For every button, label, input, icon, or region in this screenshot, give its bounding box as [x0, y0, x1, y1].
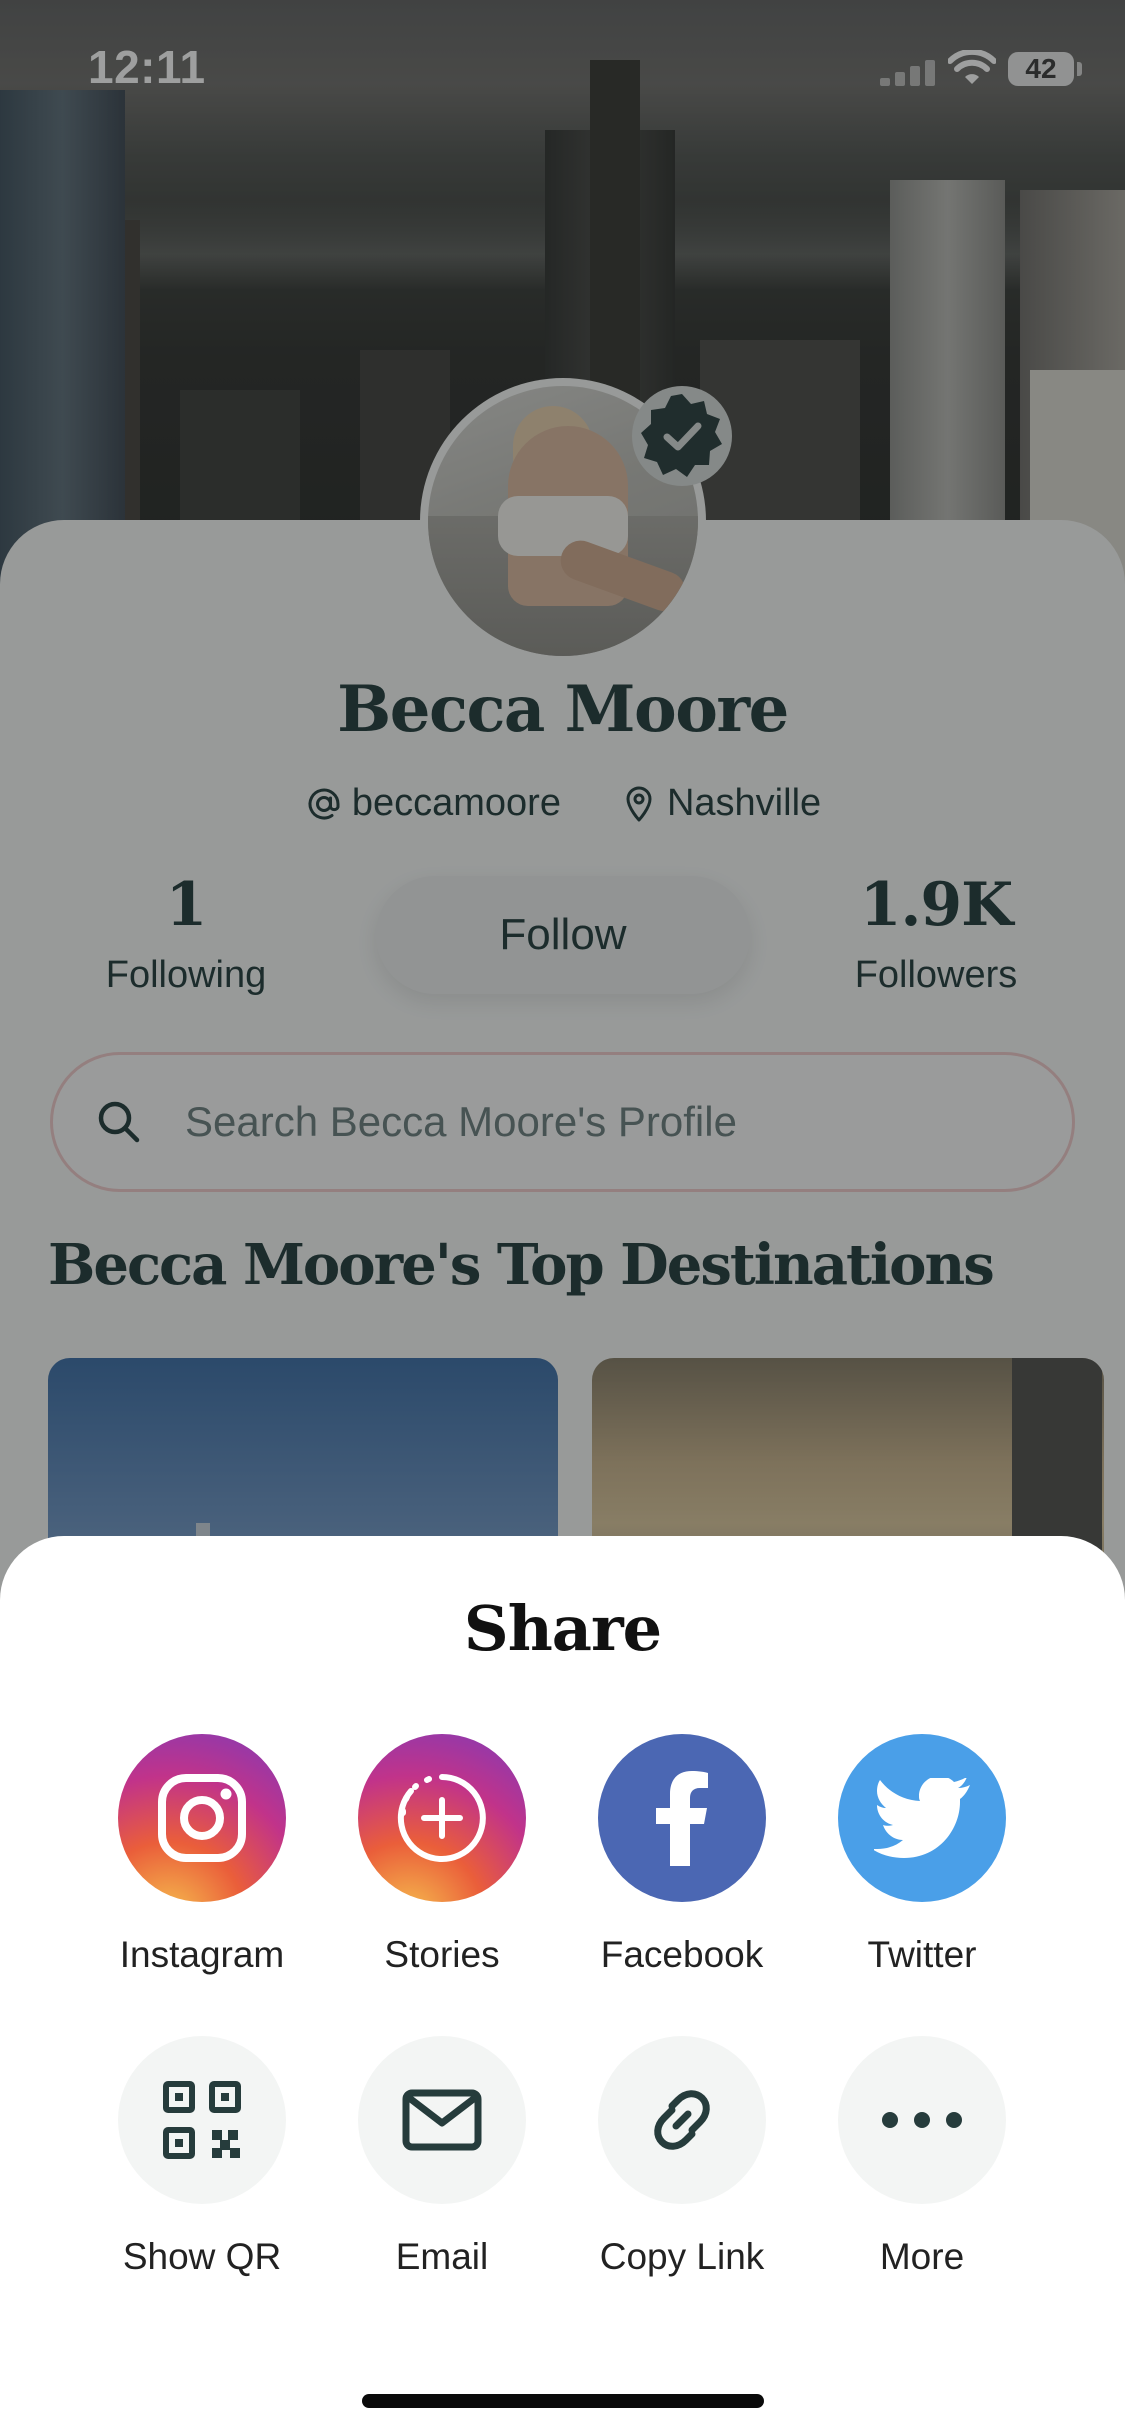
- share-option-label: Twitter: [867, 1934, 977, 1975]
- more-icon: [882, 2112, 962, 2128]
- share-option-label: Show QR: [122, 2236, 282, 2277]
- twitter-icon: [874, 1778, 970, 1858]
- more-options-button[interactable]: More: [802, 2036, 1042, 2278]
- link-icon: [654, 2090, 710, 2150]
- share-option-label: Stories: [384, 1934, 500, 1975]
- share-twitter-button[interactable]: Twitter: [802, 1734, 1042, 1976]
- show-qr-button[interactable]: Show QR: [82, 2036, 322, 2278]
- home-indicator[interactable]: [362, 2394, 764, 2408]
- qr-code-icon: [163, 2081, 241, 2159]
- share-sheet: Share Instagram Stories Facebook Twitter…: [0, 1536, 1125, 2436]
- share-facebook-button[interactable]: Facebook: [562, 1734, 802, 1976]
- share-instagram-button[interactable]: Instagram: [82, 1734, 322, 1976]
- mail-icon: [402, 2089, 482, 2151]
- copy-link-button[interactable]: Copy Link: [562, 2036, 802, 2278]
- share-option-label: Email: [395, 2236, 489, 2277]
- instagram-icon: [158, 1774, 246, 1862]
- share-sheet-title: Share: [463, 1592, 662, 1665]
- facebook-icon: [656, 1771, 708, 1866]
- share-email-button[interactable]: Email: [322, 2036, 562, 2278]
- share-stories-button[interactable]: Stories: [322, 1734, 562, 1976]
- share-option-label: Instagram: [119, 1934, 285, 1975]
- share-option-label: Copy Link: [599, 2236, 765, 2277]
- share-option-label: Facebook: [600, 1934, 764, 1975]
- stories-icon: [397, 1774, 486, 1862]
- share-option-label: More: [879, 2236, 965, 2277]
